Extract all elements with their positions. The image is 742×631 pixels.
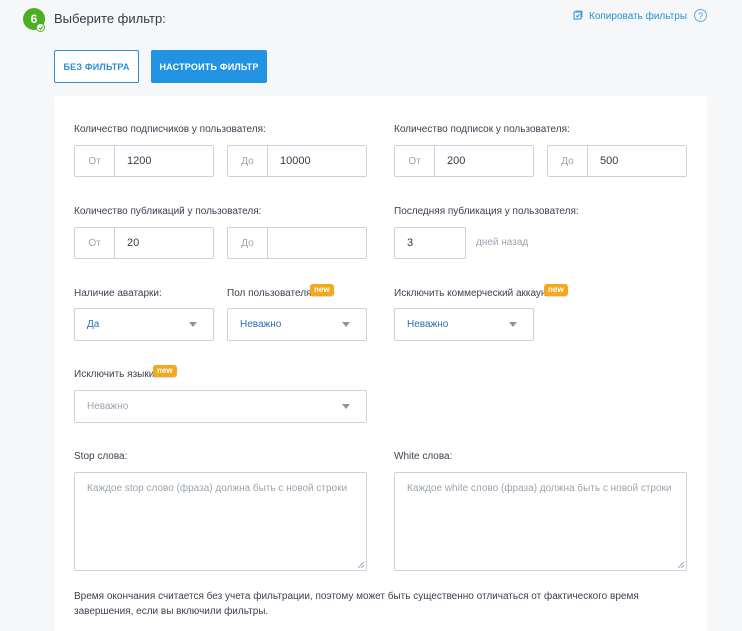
following-from-input[interactable]: 200 (435, 146, 533, 176)
commercial-select[interactable]: Неважно (394, 308, 534, 341)
copy-filters-link[interactable]: Копировать фильтры (573, 10, 687, 23)
last-post-suffix: дней назад (476, 237, 529, 248)
followers-from-field[interactable]: От 1200 (74, 145, 214, 177)
languages-select-placeholder: Неважно (87, 401, 129, 412)
followers-to-input[interactable]: 10000 (268, 146, 366, 176)
copy-icon (573, 10, 583, 23)
white-words-placeholder: Каждое white слово (фраза) должна быть с… (407, 483, 672, 494)
gender-select-value: Неважно (240, 319, 282, 330)
chevron-down-icon (342, 404, 350, 409)
avatar-select-value: Да (87, 319, 100, 330)
white-words-textarea[interactable]: Каждое white слово (фраза) должна быть с… (394, 472, 687, 571)
gender-label: Пол пользователя: (227, 288, 315, 299)
posts-from-field[interactable]: От 20 (74, 227, 214, 259)
languages-new-badge: new (153, 365, 177, 377)
avatar-label: Наличие аватарки: (74, 288, 162, 299)
chevron-down-icon (342, 322, 350, 327)
resize-grip-icon[interactable] (357, 561, 365, 569)
posts-label: Количество публикаций у пользователя: (74, 206, 262, 217)
followers-to-field[interactable]: До 10000 (227, 145, 367, 177)
followers-from-prefix: От (75, 146, 115, 176)
following-from-prefix: От (395, 146, 435, 176)
stop-words-textarea[interactable]: Каждое stop слово (фраза) должна быть с … (74, 472, 367, 571)
resize-grip-icon[interactable] (677, 561, 685, 569)
gender-select[interactable]: Неважно (227, 308, 367, 341)
last-post-days-input[interactable]: 3 (394, 227, 466, 259)
help-icon[interactable]: ? (694, 9, 707, 22)
following-from-field[interactable]: От 200 (394, 145, 534, 177)
last-post-label: Последняя публикация у пользователя: (394, 206, 579, 217)
chevron-down-icon (509, 322, 517, 327)
posts-to-field[interactable]: До (227, 227, 367, 259)
copy-filters-label: Копировать фильтры (589, 11, 688, 22)
commercial-select-value: Неважно (407, 319, 449, 330)
following-label: Количество подписок у пользователя: (394, 124, 570, 135)
white-words-label: White слова: (394, 451, 453, 462)
commercial-new-badge: new (544, 284, 568, 296)
posts-from-prefix: От (75, 228, 115, 258)
custom-filter-button[interactable]: НАСТРОИТЬ ФИЛЬТР (151, 50, 267, 83)
check-icon (36, 23, 45, 32)
following-to-input[interactable]: 500 (588, 146, 686, 176)
no-filter-button[interactable]: БЕЗ ФИЛЬТРА (54, 50, 139, 83)
following-to-prefix: До (548, 146, 588, 176)
step-title: Выберите фильтр: (54, 11, 166, 26)
gender-new-badge: new (310, 284, 334, 296)
languages-label: Исключить языки: (74, 369, 158, 380)
filter-panel: Количество подписчиков у пользователя: О… (54, 96, 707, 631)
commercial-label: Исключить коммерческий аккаунт: (394, 288, 554, 299)
posts-from-input[interactable]: 20 (115, 228, 213, 258)
posts-to-prefix: До (228, 228, 268, 258)
stop-words-label: Stop слова: (74, 451, 128, 462)
posts-to-input[interactable] (268, 228, 366, 258)
following-to-field[interactable]: До 500 (547, 145, 687, 177)
followers-to-prefix: До (228, 146, 268, 176)
help-icon-glyph: ? (697, 10, 703, 21)
chevron-down-icon (189, 322, 197, 327)
stop-words-placeholder: Каждое stop слово (фраза) должна быть с … (87, 483, 348, 494)
languages-select[interactable]: Неважно (74, 390, 367, 423)
avatar-select[interactable]: Да (74, 308, 214, 341)
followers-from-input[interactable]: 1200 (115, 146, 213, 176)
followers-label: Количество подписчиков у пользователя: (74, 124, 266, 135)
filter-timing-note: Время окончания считается без учета филь… (74, 591, 639, 617)
